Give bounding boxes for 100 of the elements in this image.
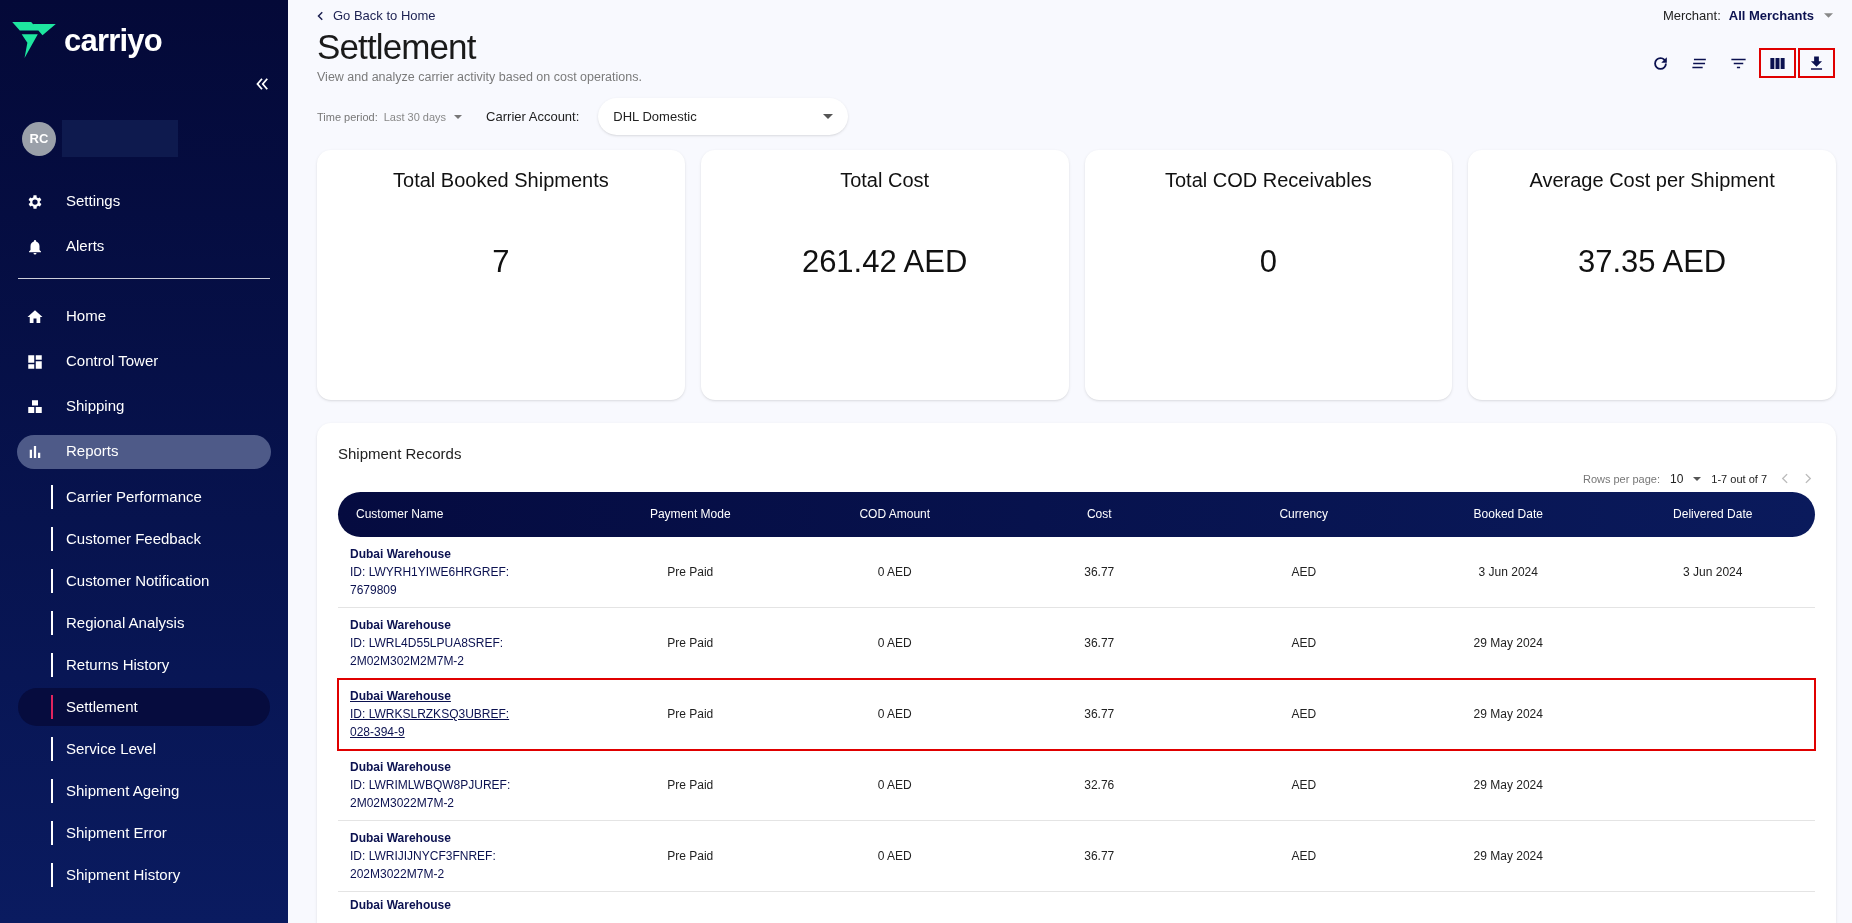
sidebar-item[interactable]: Settings [0,179,288,224]
customer-name: Dubai Warehouse [350,687,452,705]
table-cell-text: 29 May 2024 [1472,776,1544,794]
table-cell-text: 3 Jun 2024 [1682,563,1744,581]
subnav-item[interactable]: Shipment Error [18,814,270,852]
chevron-left-icon [317,10,323,21]
sidebar-item-label: Settings [66,191,121,212]
subnav-item[interactable]: Regional Analysis [18,604,270,642]
sidebar-item-label: Alerts [66,236,105,257]
customer-name: Dubai Warehouse [350,758,452,776]
nav-item[interactable]: Home [17,299,271,334]
column-header: COD Amount [858,506,932,524]
subnav-item-label: Regional Analysis [66,612,185,633]
stat-title: Total Cost [840,168,930,194]
stat-title: Total COD Receivables [1165,168,1372,194]
nav-item-label: Shipping [66,396,125,417]
boxes-icon [26,397,44,416]
caret-down-icon [1824,13,1833,19]
subnav-item-label: Returns History [66,654,170,675]
page-subtitle: View and analyze carrier activity based on cost operations. [317,68,642,86]
time-period-dropdown[interactable]: Last 30 days [383,108,463,125]
table-cell-text: 36.77 [1083,563,1116,581]
rows-per-page-label: Rows per page: [1582,471,1660,487]
toolbar-button[interactable] [1761,50,1794,77]
bell-icon [26,237,44,256]
shipment-id: ID: LWYRH1YIWE6HRGREF: 7679809 [350,563,511,599]
subnav-item-label: Shipment History [66,864,181,885]
table-cell-text: Pre Paid [666,705,715,723]
stat-value: 7 [492,243,510,282]
table-cell-text: 0 AED [876,847,913,865]
page-range: 1-7 out of 7 [1711,471,1767,487]
table-cell-text: AED [1290,563,1318,581]
subnav-item[interactable]: Returns History [18,646,270,684]
carrier-account-label: Carrier Account: [486,108,580,126]
table-row[interactable]: Dubai Warehouse ID: LWRL4D55LPUA8SREF: 2M02M302M2M7M-2 Pre Paid 0 AED 36.77 AED 29 May 2024 [338,607,1815,679]
table-cell-text: 0 AED [876,705,913,723]
caret-down-icon [1693,476,1702,481]
table-cell-text: Pre Paid [666,634,715,652]
logo-icon [12,22,56,58]
subnav-item-label: Shipment Error [66,822,167,843]
table-cell-text: 29 May 2024 [1472,634,1544,652]
stat-title: Average Cost per Shipment [1529,168,1775,194]
subnav-item-label: Carrier Performance [66,486,202,507]
nav-item-label: Control Tower [66,351,159,372]
column-header: Booked Date [1472,506,1544,524]
subnav-item-label: Customer Notification [66,570,210,591]
table-cell-text: 0 AED [876,563,913,581]
stat-value: 261.42 AED [801,243,968,282]
table-title: Shipment Records [338,444,463,465]
customer-name: Dubai Warehouse [350,896,452,914]
table-cell-text: Pre Paid [666,847,715,865]
chevron-left-icon [1780,473,1788,485]
subnav-item-label: Service Level [66,738,157,759]
column-header: Payment Mode [648,506,732,524]
subnav-item-label: Settlement [66,696,138,717]
merchant-dropdown[interactable]: All Merchants [1728,6,1833,26]
carrier-account-dropdown[interactable]: DHL Domestic [598,98,849,136]
subnav-item[interactable]: Customer Notification [18,562,270,600]
caret-down-icon [454,114,463,119]
table-cell-text: 0 AED [876,776,913,794]
table-row[interactable]: Dubai Warehouse ID: LWRIJIJNYCF3FNREF: 202M3022M7M-2 Pre Paid 0 AED 36.77 AED 29 May 2024 [338,820,1815,892]
shipment-id: ID: LWRIJIJNYCF3FNREF: 202M3022M7M-2 [350,847,497,883]
nav-item-label: Reports [66,441,119,462]
subnav-item[interactable]: Settlement [18,688,270,726]
column-header: Customer Name [355,506,445,524]
column-header: Delivered Date [1672,506,1754,524]
subnav-item[interactable]: Customer Feedback [18,520,270,558]
customer-name: Dubai Warehouse [350,829,452,847]
table-cell-text: 3 Jun 2024 [1477,563,1539,581]
subnav-item[interactable]: Shipment Ageing [18,772,270,810]
table-row[interactable]: Dubai Warehouse ID: LWRIMLWBQW8PJUREF: 2M02M3022M7M-2 Pre Paid 0 AED 32.76 AED 29 May 2024 [338,749,1815,821]
shipment-id: ID: LWRL4D55LPUA8SREF: 2M02M302M2M7M-2 [350,634,505,670]
caret-down-icon [823,114,834,120]
table-row[interactable]: Dubai Warehouse ID: LWYRH1YIWE6HRGREF: 7679809 Pre Paid 0 AED 36.77 AED 3 Jun 2024 3 Jun 2024 [338,536,1815,608]
table-cell-text: AED [1290,776,1318,794]
table-cell-text: 29 May 2024 [1472,847,1544,865]
dashboard-icon [26,352,44,371]
column-header: Cost [1085,506,1113,524]
back-link[interactable]: Go Back to Home [317,6,436,26]
table-row[interactable]: Dubai Warehouse ID: LWRKSLRZKSQ3UBREF: 028-394-9 Pre Paid 0 AED 36.77 AED 29 May 2024 [338,678,1815,750]
page-title: Settlement [317,25,478,68]
table-row[interactable]: Dubai Warehouse [338,891,1815,914]
nav-item[interactable]: Shipping [17,389,271,424]
table-cell-text: AED [1290,705,1318,723]
table-cell-text: 29 May 2024 [1472,705,1544,723]
table-cell-text: 36.77 [1083,634,1116,652]
toolbar-button[interactable] [1800,50,1833,77]
logo-text: carriyo [64,24,162,56]
stat-title: Total Booked Shipments [393,168,609,194]
subnav-item-label: Shipment Ageing [66,780,180,801]
subnav-item[interactable]: Carrier Performance [18,478,270,516]
subnav-item[interactable]: Shipment History [18,856,270,894]
nav-item[interactable]: Control Tower [17,344,271,379]
subnav-item[interactable]: Service Level [18,730,270,768]
table-cell-text: AED [1290,634,1318,652]
nav-item[interactable]: Reports [17,434,271,469]
table-cell-text: Pre Paid [666,776,715,794]
table-cell-text: 32.76 [1083,776,1116,794]
rows-per-page-dropdown[interactable]: 10 [1670,469,1702,488]
sidebar-item[interactable]: Alerts [0,224,288,269]
